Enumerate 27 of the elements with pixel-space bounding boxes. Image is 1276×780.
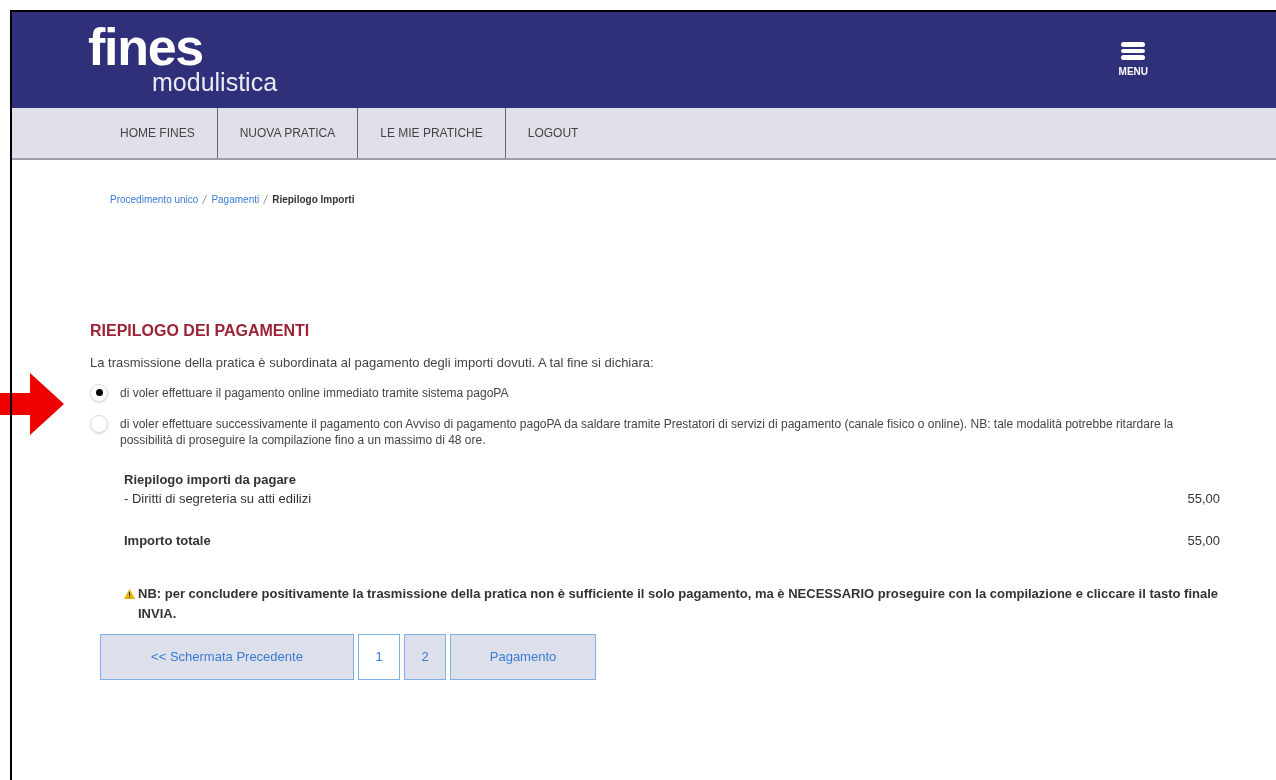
item-label: - Diritti di segreteria su atti edilizi — [124, 490, 312, 508]
total-label: Importo totale — [124, 531, 211, 550]
warning-note: NB: per concludere positivamente la trasmissione della pratica non è sufficiente il solo pagamento, ma è NECESSARIO proseguire con la compilazione e cliccare il tasto finale INVIA. — [138, 585, 1220, 623]
nav-link[interactable]: NUOVA PRATICA — [217, 108, 359, 158]
logo[interactable]: fines modulistica — [88, 25, 278, 95]
warning-icon — [124, 589, 135, 599]
slash-icon — [202, 195, 208, 204]
section-title: RIEPILOGO DEI PAGAMENTI — [90, 321, 311, 341]
breadcrumb-link[interactable]: Pagamenti — [211, 192, 260, 207]
menu-icon — [1121, 41, 1146, 60]
nav-link[interactable]: HOME FINES — [98, 108, 218, 158]
arrow-icon — [0, 373, 64, 435]
menu-button[interactable]: MENU — [1118, 41, 1148, 79]
intro-text: La trasmissione della pratica è subordinata al pagamento degli importi dovuti. A tal fine si dichiara: — [90, 354, 655, 372]
page-button[interactable]: 1 — [358, 634, 400, 680]
option-label[interactable]: di voler effettuare successivamente il pagamento con Avviso di pagamento pagoPA da saldare tramite Prestatori di servizi di pagamento (canale fisico o online). NB: tale modalità potrebbe ritardare la possibilità di proseguire la compilazione fino a un massimo di 48 ore. — [120, 415, 1220, 448]
summary-title: Riepilogo importi da pagare — [124, 470, 297, 489]
breadcrumb-link[interactable]: Procedimento unico — [110, 192, 199, 207]
option-label[interactable]: di voler effettuare il pagamento online immediato tramite sistema pagoPA — [120, 384, 509, 401]
radio-button[interactable] — [90, 414, 108, 433]
radio-button[interactable] — [90, 383, 108, 402]
slash-icon — [263, 195, 269, 204]
breadcrumb-current: Riepilogo Importi — [272, 193, 355, 207]
item-amount: 55,00 — [1187, 490, 1220, 508]
total-amount: 55,00 — [1187, 531, 1220, 550]
nav-link[interactable]: LOGOUT — [505, 108, 601, 158]
nav-link[interactable]: LE MIE PRATICHE — [358, 108, 506, 158]
